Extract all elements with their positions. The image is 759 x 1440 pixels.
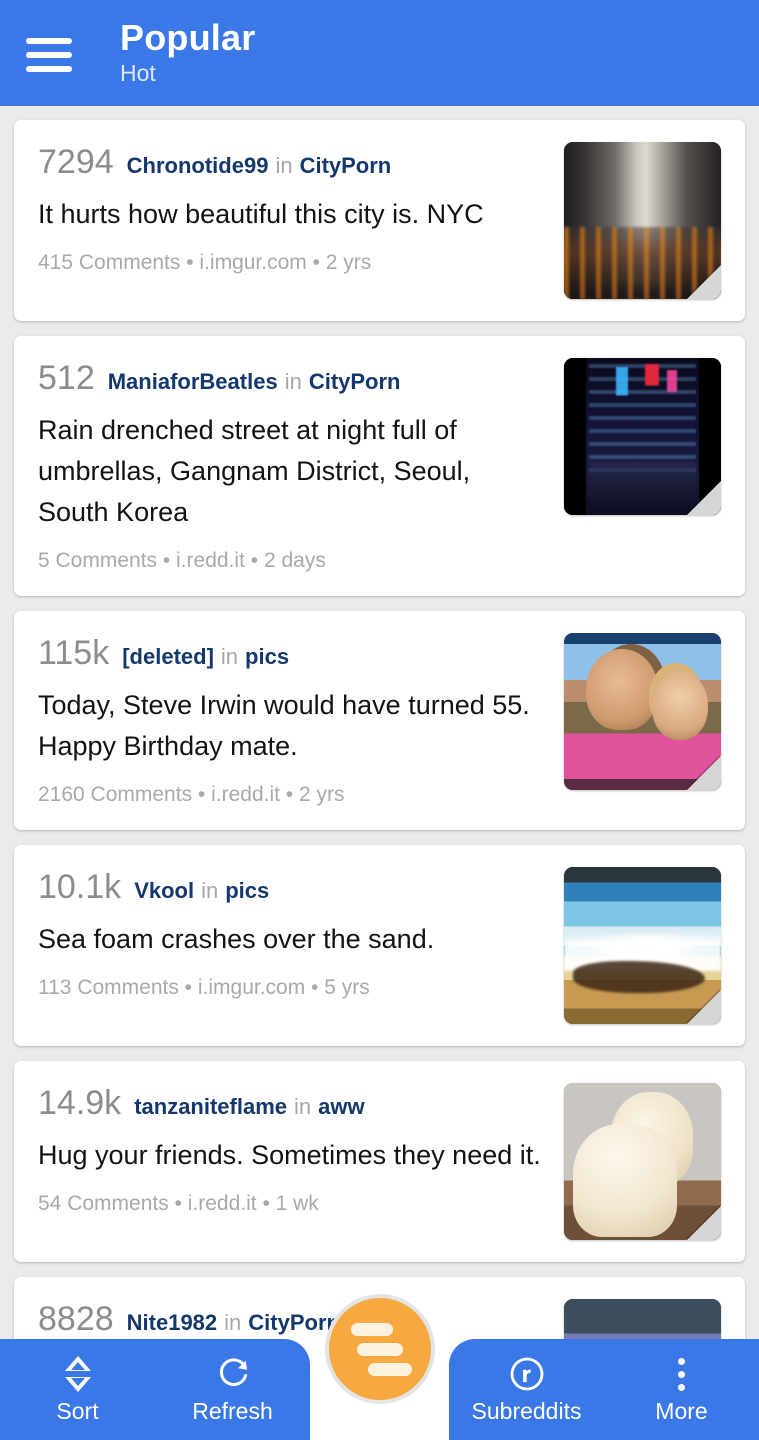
reddit-feed-screen: Popular Hot 7294 Chronotide99 in CityPor… xyxy=(0,0,759,1440)
post-subreddit[interactable]: pics xyxy=(245,642,289,672)
thumbnail-fold-corner-icon xyxy=(687,265,721,299)
more-vertical-icon xyxy=(678,1355,685,1393)
staggered-lines-icon xyxy=(356,1342,403,1356)
hamburger-bar xyxy=(26,66,72,72)
post-subreddit[interactable]: pics xyxy=(225,876,269,906)
thumbnail-fold-corner-icon xyxy=(687,1206,721,1240)
post-score: 10.1k xyxy=(38,868,122,906)
post-byline: 512 ManiaforBeatles in CityPorn xyxy=(38,358,546,398)
post-author[interactable]: Vkool xyxy=(134,876,194,906)
post-title[interactable]: It hurts how beautiful this city is. NYC xyxy=(38,194,546,235)
post-meta: 5 Comments • i.redd.it • 2 days xyxy=(38,549,326,572)
post-byline: 7294 Chronotide99 in CityPorn xyxy=(38,142,546,182)
post-score: 115k xyxy=(38,634,110,672)
post-title[interactable]: Hug your friends. Sometimes they need it… xyxy=(38,1135,546,1176)
sort-mode-label: Hot xyxy=(120,60,156,86)
post-score: 8828 xyxy=(38,1300,114,1338)
post-author[interactable]: tanzaniteflame xyxy=(134,1092,287,1122)
post-subreddit[interactable]: CityPorn xyxy=(309,367,401,397)
post-thumbnail[interactable] xyxy=(564,1083,721,1240)
thumbnail-fold-corner-icon xyxy=(687,481,721,515)
post-title[interactable]: Today, Steve Irwin would have turned 55.… xyxy=(38,685,546,767)
post-byline: 8828 Nite1982 in CityPorn xyxy=(38,1299,546,1339)
post-meta: 113 Comments • i.imgur.com • 5 yrs xyxy=(38,976,370,999)
post-title[interactable]: Sea foam crashes over the sand. xyxy=(38,919,546,960)
post-byline: 10.1k Vkool in pics xyxy=(38,867,546,907)
nav-label-subreddits: Subreddits xyxy=(471,1398,582,1424)
post-body: 14.9k tanzaniteflame in aww Hug your fri… xyxy=(38,1083,564,1217)
hamburger-bar xyxy=(26,52,72,58)
nav-refresh-button[interactable]: Refresh xyxy=(158,1355,308,1424)
post-body: 7294 Chronotide99 in CityPorn It hurts h… xyxy=(38,142,564,276)
post-meta: 2160 Comments • i.redd.it • 2 yrs xyxy=(38,783,345,806)
bottom-nav-right-group: Subreddits More xyxy=(449,1339,759,1440)
bottom-nav-left-group: Sort Refresh xyxy=(0,1339,310,1440)
thumbnail-fold-corner-icon xyxy=(687,990,721,1024)
app-header: Popular Hot xyxy=(0,0,759,106)
post-byline: 115k [deleted] in pics xyxy=(38,633,546,673)
reddit-r-icon xyxy=(509,1355,545,1393)
thumbnail-fold-corner-icon xyxy=(687,756,721,790)
header-title-group[interactable]: Popular Hot xyxy=(120,17,255,87)
byline-in-word: in xyxy=(220,644,239,669)
post-thumbnail[interactable] xyxy=(564,142,721,299)
sort-arrows-icon xyxy=(64,1355,91,1393)
refresh-icon xyxy=(215,1355,251,1393)
byline-in-word: in xyxy=(294,1094,312,1119)
post-body: 115k [deleted] in pics Today, Steve Irwi… xyxy=(38,633,564,808)
post-thumbnail[interactable] xyxy=(564,358,721,515)
post-score: 7294 xyxy=(38,143,114,181)
post-byline: 14.9k tanzaniteflame in aww xyxy=(38,1083,546,1123)
post-score: 14.9k xyxy=(38,1084,122,1122)
post-body: 512 ManiaforBeatles in CityPorn Rain dre… xyxy=(38,358,564,574)
post-card[interactable]: 10.1k Vkool in pics Sea foam crashes ove… xyxy=(14,845,745,1046)
post-card[interactable]: 14.9k tanzaniteflame in aww Hug your fri… xyxy=(14,1061,745,1262)
post-card[interactable]: 7294 Chronotide99 in CityPorn It hurts h… xyxy=(14,120,745,321)
nav-more-button[interactable]: More xyxy=(607,1355,757,1424)
post-score: 512 xyxy=(38,359,95,397)
byline-in-word: in xyxy=(224,1310,242,1335)
post-author[interactable]: Nite1982 xyxy=(127,1308,218,1338)
compose-floating-action-button[interactable] xyxy=(324,1294,435,1404)
post-author[interactable]: ManiaforBeatles xyxy=(108,367,278,397)
post-author[interactable]: Chronotide99 xyxy=(127,151,269,181)
byline-in-word: in xyxy=(275,153,293,178)
hamburger-bar xyxy=(26,38,72,44)
staggered-lines-icon xyxy=(350,1322,393,1336)
page-title: Popular xyxy=(120,17,256,58)
nav-subreddits-button[interactable]: Subreddits xyxy=(452,1355,602,1424)
nav-label-sort: Sort xyxy=(56,1398,99,1424)
post-subreddit[interactable]: aww xyxy=(318,1092,364,1122)
post-card[interactable]: 115k [deleted] in pics Today, Steve Irwi… xyxy=(14,611,745,830)
nav-label-more: More xyxy=(655,1398,708,1424)
post-meta: 415 Comments • i.imgur.com • 2 yrs xyxy=(38,251,372,274)
hamburger-menu-icon[interactable] xyxy=(26,38,72,72)
post-thumbnail[interactable] xyxy=(564,867,721,1024)
post-subreddit[interactable]: CityPorn xyxy=(300,151,392,181)
post-meta: 54 Comments • i.redd.it • 1 wk xyxy=(38,1192,319,1215)
nav-sort-button[interactable]: Sort xyxy=(3,1355,153,1424)
staggered-lines-icon xyxy=(367,1362,412,1376)
byline-in-word: in xyxy=(201,878,219,903)
byline-in-word: in xyxy=(284,369,302,394)
post-thumbnail[interactable] xyxy=(564,633,721,790)
post-title[interactable]: Rain drenched street at night full of um… xyxy=(38,410,546,533)
post-author[interactable]: [deleted] xyxy=(122,642,214,672)
post-card[interactable]: 512 ManiaforBeatles in CityPorn Rain dre… xyxy=(14,336,745,596)
post-feed-list[interactable]: 7294 Chronotide99 in CityPorn It hurts h… xyxy=(0,106,759,1440)
nav-label-refresh: Refresh xyxy=(192,1398,273,1424)
post-body: 10.1k Vkool in pics Sea foam crashes ove… xyxy=(38,867,564,1001)
